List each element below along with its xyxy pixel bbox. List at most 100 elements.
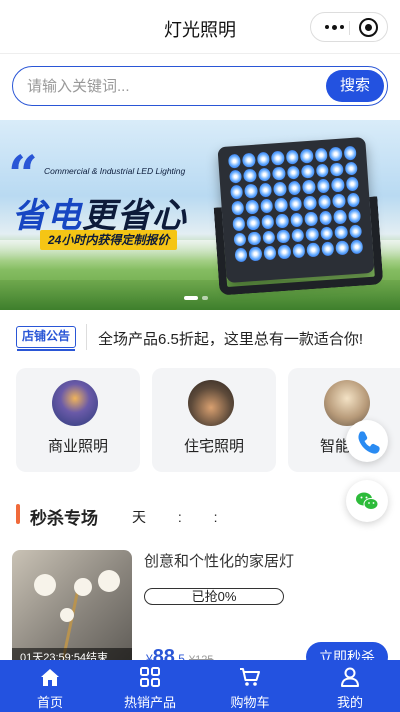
led-dot bbox=[343, 145, 357, 161]
banner-tag: 24小时内获得定制报价 bbox=[40, 230, 178, 250]
search-bar: 搜索 bbox=[12, 66, 388, 106]
tab-label: 购物车 bbox=[230, 695, 270, 710]
navigation-bar: 灯光照明 bbox=[0, 0, 400, 54]
led-dot bbox=[247, 231, 262, 246]
led-dot bbox=[305, 227, 319, 242]
led-dot bbox=[276, 229, 291, 244]
category-label: 商业照明 bbox=[47, 438, 108, 455]
promo-banner[interactable]: “ Commercial & Industrial LED Lighting 省… bbox=[0, 120, 400, 310]
tab-label: 我的 bbox=[336, 695, 363, 710]
notice-badge: 店铺公告 bbox=[16, 326, 76, 351]
led-dot bbox=[289, 212, 304, 227]
led-dot bbox=[291, 228, 305, 243]
lamp-globe bbox=[60, 608, 74, 622]
lamp-globe bbox=[74, 578, 92, 596]
led-dot bbox=[258, 183, 273, 198]
notice-divider bbox=[86, 324, 87, 350]
led-dot bbox=[243, 168, 257, 183]
phone-icon bbox=[358, 431, 380, 454]
cart-icon bbox=[240, 668, 260, 686]
lamp-globe bbox=[34, 574, 56, 596]
led-dot bbox=[302, 180, 316, 195]
banner-subtitle: Commercial & Industrial LED Lighting bbox=[44, 166, 186, 176]
flash-sale-header: 秒杀专场 天 : : bbox=[0, 500, 400, 530]
led-dot bbox=[320, 241, 335, 257]
bottom-tab-bar: 首页 热销产品 购物车 我的 bbox=[0, 660, 400, 712]
led-dot bbox=[245, 199, 260, 215]
led-dot bbox=[272, 166, 286, 181]
led-dot bbox=[242, 152, 256, 168]
tab-home[interactable]: 首页 bbox=[0, 660, 100, 712]
led-dot bbox=[232, 216, 246, 231]
section-accent-bar bbox=[16, 504, 20, 524]
led-dot bbox=[332, 193, 346, 209]
flash-sale-countdown: 天 : : bbox=[132, 507, 226, 527]
led-dot bbox=[262, 230, 276, 245]
user-icon bbox=[341, 667, 359, 687]
search-button[interactable]: 搜索 bbox=[326, 70, 384, 102]
product-name: 创意和个性化的家居灯 bbox=[144, 553, 295, 570]
led-dot bbox=[315, 163, 329, 178]
carousel-dot bbox=[202, 296, 208, 300]
tab-mine[interactable]: 我的 bbox=[300, 660, 400, 712]
category-image bbox=[52, 380, 98, 426]
tab-cart[interactable]: 购物车 bbox=[200, 660, 300, 712]
led-dot bbox=[246, 215, 261, 230]
led-dot bbox=[328, 146, 343, 162]
led-dot bbox=[346, 192, 360, 208]
led-dot bbox=[316, 179, 330, 194]
carousel-indicator bbox=[184, 296, 208, 300]
product-image: 01天23:59:54结束 bbox=[12, 550, 132, 668]
led-dot bbox=[335, 240, 349, 256]
led-dot bbox=[333, 209, 347, 224]
notice-text: 全场产品6.5折起，这里总有一款适合你! bbox=[98, 331, 364, 348]
flash-sale-product[interactable]: 01天23:59:54结束 创意和个性化的家居灯 已抢0% ¥88.5¥125 … bbox=[0, 548, 400, 672]
category-commercial-lighting[interactable]: 商业照明 bbox=[16, 368, 140, 472]
led-dot bbox=[319, 226, 334, 241]
sold-progress-bar: 已抢0% bbox=[144, 588, 284, 605]
led-dot bbox=[275, 213, 289, 228]
close-target-icon[interactable] bbox=[359, 18, 378, 37]
led-dot bbox=[347, 208, 361, 223]
led-floodlight-image bbox=[213, 137, 384, 296]
countdown-day-unit: 天 bbox=[132, 509, 146, 525]
category-residential-lighting[interactable]: 住宅照明 bbox=[152, 368, 276, 472]
led-dot bbox=[304, 211, 318, 226]
led-dot bbox=[331, 178, 345, 193]
led-dot bbox=[303, 195, 317, 211]
capsule-divider bbox=[349, 21, 350, 35]
led-dot bbox=[273, 182, 287, 197]
led-dot bbox=[300, 148, 314, 164]
store-notice: 店铺公告 全场产品6.5折起，这里总有一款适合你! bbox=[0, 318, 400, 356]
tab-label: 首页 bbox=[36, 695, 63, 710]
led-dot bbox=[230, 185, 244, 200]
phone-call-button[interactable] bbox=[346, 420, 388, 462]
carousel-dot-active bbox=[184, 296, 198, 300]
led-dot bbox=[301, 164, 315, 179]
led-dot bbox=[287, 181, 302, 196]
led-dot bbox=[349, 239, 364, 255]
tab-hot-products[interactable]: 热销产品 bbox=[100, 660, 200, 712]
led-dot bbox=[261, 214, 275, 229]
led-dot bbox=[306, 242, 320, 258]
led-dot bbox=[233, 232, 247, 247]
grid-icon bbox=[140, 667, 160, 687]
led-dot bbox=[263, 245, 277, 261]
led-dot bbox=[334, 225, 348, 240]
category-list: 商业照明 住宅照明 智能照明 bbox=[16, 368, 400, 472]
more-menu-icon[interactable] bbox=[321, 19, 347, 35]
led-dot bbox=[285, 149, 299, 165]
led-dot bbox=[292, 243, 306, 259]
led-dot bbox=[345, 177, 359, 192]
mini-program-capsule bbox=[310, 12, 388, 42]
led-dot bbox=[344, 161, 358, 176]
led-dot bbox=[248, 246, 263, 262]
countdown-separator: : bbox=[177, 509, 182, 525]
led-dot bbox=[348, 224, 363, 239]
tab-label: 热销产品 bbox=[123, 695, 176, 710]
led-dot bbox=[229, 169, 243, 184]
page: 灯光照明 搜索 “ Commercial & Industrial LED Li… bbox=[0, 0, 400, 712]
led-dot bbox=[234, 247, 248, 263]
led-dot bbox=[256, 151, 271, 167]
search-input[interactable] bbox=[27, 75, 317, 97]
